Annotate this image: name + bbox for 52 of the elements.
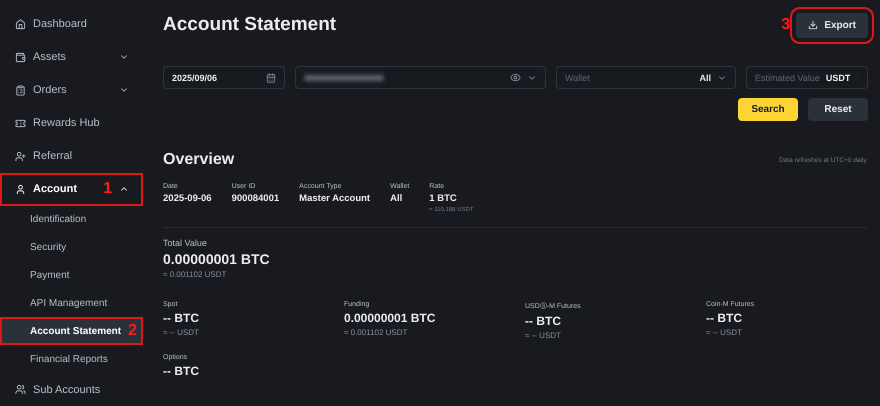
- clipboard-icon: [15, 84, 26, 96]
- wallet-select[interactable]: Wallet All: [556, 66, 736, 89]
- detail-value: 900084001: [232, 193, 280, 204]
- balance-subvalue: ≈ -- USDT: [163, 328, 200, 337]
- add-user-icon: [15, 150, 26, 162]
- balance-value: -- BTC: [525, 314, 562, 328]
- user-icon: [15, 184, 26, 195]
- balance-value: -- BTC: [163, 364, 200, 378]
- ticket-icon: [15, 118, 26, 129]
- eye-icon: [510, 72, 521, 83]
- submenu-item[interactable]: API Management: [0, 289, 143, 318]
- submenu-item[interactable]: Identification: [0, 206, 143, 234]
- reset-button[interactable]: Reset: [808, 98, 868, 121]
- date-field[interactable]: 2025/09/06: [163, 66, 286, 89]
- balance-value: -- BTC: [163, 311, 200, 325]
- detail-value: All: [390, 193, 404, 204]
- users-icon: [15, 384, 26, 396]
- detail-value: Master Account: [299, 193, 370, 204]
- annotation-number: 2: [128, 323, 138, 340]
- detail-value: 1 BTC: [429, 193, 458, 204]
- balance-value: -- BTC: [706, 311, 743, 325]
- total-subvalue: ≈ 0.001102 USDT: [163, 270, 228, 279]
- calendar-icon: [266, 72, 276, 82]
- section-title: Overview: [163, 151, 234, 169]
- sidebar-item[interactable]: Orders: [0, 74, 143, 107]
- submenu-item[interactable]: Security: [0, 233, 143, 262]
- sidebar-item[interactable]: Dashboard: [0, 8, 143, 41]
- annotation-number: 3: [781, 17, 790, 33]
- export-button[interactable]: Export: [796, 12, 868, 38]
- sidebar-item[interactable]: Sub Accounts: [0, 373, 143, 406]
- submenu-item[interactable]: Payment: [0, 261, 143, 290]
- detail-value: 2025-09-06: [163, 193, 212, 204]
- total-value: 0.00000001 BTC: [163, 251, 271, 267]
- currency-select[interactable]: Estimated Value USDT: [746, 66, 868, 89]
- total-label: Total Value: [163, 238, 208, 248]
- sidebar-item[interactable]: Rewards Hub: [0, 106, 143, 140]
- sidebar-item[interactable]: Referral: [0, 140, 143, 173]
- wallet-icon: [15, 52, 26, 63]
- balance-subvalue: ≈ -- USDT: [706, 328, 743, 337]
- submenu-item[interactable]: Account Statement 2: [0, 317, 143, 346]
- sidebar-item[interactable]: Assets: [0, 40, 143, 74]
- balance-subvalue: ≈ 0.001102 USDT: [344, 328, 408, 337]
- submenu-item[interactable]: Financial Reports: [0, 345, 143, 374]
- download-icon: [808, 20, 818, 30]
- search-button[interactable]: Search: [738, 98, 798, 121]
- page-title: Account Statement: [163, 14, 336, 36]
- house-icon: [15, 18, 26, 30]
- balance-subvalue: ≈ -- USDT: [525, 331, 562, 340]
- annotation-number: 1: [103, 181, 112, 198]
- balance-value: 0.00000001 BTC: [344, 311, 436, 325]
- account-select[interactable]: [295, 66, 546, 89]
- sidebar-item[interactable]: Account 1: [0, 172, 143, 206]
